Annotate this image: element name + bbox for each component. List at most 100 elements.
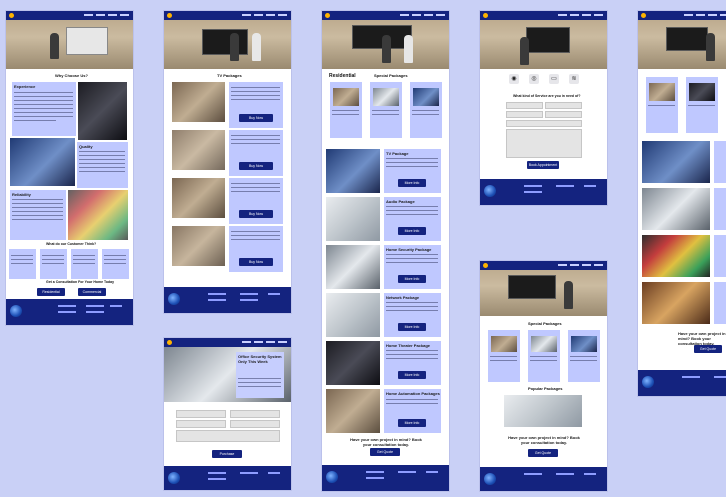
special-card-2: [528, 330, 560, 382]
form-field-1[interactable]: [176, 410, 226, 418]
logo-icon: [483, 263, 488, 268]
audio-package-photo: [326, 197, 380, 241]
logo-icon: [167, 13, 172, 18]
service-question: What kind of Service are you in need of?: [513, 94, 581, 98]
residential-button[interactable]: Residential: [37, 288, 65, 296]
top-nav: [480, 11, 607, 20]
top-nav: [164, 338, 291, 347]
tv-photo-3: [172, 178, 225, 218]
camera-icon[interactable]: ◎: [529, 74, 539, 84]
speaker-icon[interactable]: ◉: [509, 74, 519, 84]
network-package-title: Network Package: [386, 295, 420, 300]
globe-logo-icon: [10, 305, 22, 317]
form-field-3[interactable]: [176, 420, 226, 428]
name-field[interactable]: [506, 102, 543, 109]
special-card-1: [646, 77, 678, 133]
review-card-1: [9, 249, 36, 279]
audio-package-title: Audio Package: [386, 199, 415, 204]
top-nav: [638, 11, 726, 20]
get-quote-button[interactable]: Get Quote: [528, 449, 558, 457]
top-nav: [164, 11, 291, 20]
theater-package-card: Home Theater Package More Info: [384, 341, 441, 385]
buy-now-button-4[interactable]: Buy Now: [239, 258, 273, 266]
purchase-button[interactable]: Purchase: [212, 450, 242, 458]
footer: [6, 299, 133, 325]
top-nav: [6, 11, 133, 20]
special-card-2: [370, 82, 402, 138]
security-more-info-button[interactable]: More Info: [398, 275, 426, 283]
theater-package-title: Home Theater Package: [386, 343, 431, 348]
email-field[interactable]: [545, 102, 582, 109]
globe-logo-icon: [642, 376, 654, 388]
book-appointment-button[interactable]: Book Appointment: [527, 161, 559, 169]
form-field-2[interactable]: [230, 410, 280, 418]
special-card-3: [410, 82, 442, 138]
buy-now-button-2[interactable]: Buy Now: [239, 162, 273, 170]
service-card-3: [714, 235, 726, 277]
offer-card: Office Security System Only This Week: [236, 352, 284, 398]
page-commercial: Have your own project in mind? Book your…: [638, 11, 726, 396]
audio-more-info-button[interactable]: More Info: [398, 227, 426, 235]
footer: [480, 467, 607, 491]
automation-package-title: Home Automation Packages: [386, 391, 440, 396]
globe-logo-icon: [484, 473, 496, 485]
logo-icon: [167, 340, 172, 345]
special-packages-title: Special Packages: [528, 321, 562, 326]
automation-more-info-button[interactable]: More Info: [398, 419, 426, 427]
form-field-4[interactable]: [230, 420, 280, 428]
network-package-photo: [326, 293, 380, 337]
page-office-security: Office Security System Only This Week Pu…: [164, 338, 291, 490]
special-card-3: [568, 330, 600, 382]
footer: [638, 370, 726, 396]
automation-package-photo: [326, 389, 380, 433]
security-package-title: Home Security Package: [386, 247, 432, 252]
message-field[interactable]: [506, 129, 582, 158]
get-quote-button[interactable]: Get Quote: [694, 345, 722, 353]
phone-field[interactable]: [506, 111, 543, 118]
project-cta: Have your own project in mind? Book your…: [350, 437, 422, 447]
review-card-4: [102, 249, 129, 279]
tv-package-photo: [326, 149, 380, 193]
reliability-heading: Reliability: [12, 192, 31, 197]
page-residential: Residential Special Packages TV Package M…: [322, 11, 449, 491]
form-field-5[interactable]: [176, 430, 280, 442]
globe-logo-icon: [168, 472, 180, 484]
tv-more-info-button[interactable]: More Info: [398, 179, 426, 187]
popular-packages-title: Popular Packages: [528, 386, 563, 391]
globe-logo-icon: [484, 185, 496, 197]
network-more-info-button[interactable]: More Info: [398, 323, 426, 331]
wifi-icon[interactable]: ≋: [569, 74, 579, 84]
get-quote-button[interactable]: Get Quote: [370, 448, 400, 456]
top-nav: [480, 261, 607, 270]
buy-now-button-1[interactable]: Buy Now: [239, 114, 273, 122]
service-card-4: [714, 282, 726, 324]
reliability-card: Reliability: [10, 190, 66, 240]
page-tv-packages: TV Packages Buy Now Buy Now Buy Now Buy …: [164, 11, 291, 313]
audio-package-card: Audio Package More Info: [384, 197, 441, 241]
project-cta: Have your own project in mind? Book your…: [678, 331, 726, 346]
tv-icon[interactable]: ▭: [549, 74, 559, 84]
address-field[interactable]: [545, 111, 582, 118]
residential-title: Residential: [329, 73, 356, 79]
conference-photo: [642, 141, 710, 183]
why-title: Why Choose Us?: [55, 73, 88, 78]
tv-package-title: TV Package: [386, 151, 409, 156]
review-card-3: [71, 249, 98, 279]
page-home: Why Choose Us? Experience Quality Reliab…: [6, 11, 133, 325]
design-board: Why Choose Us? Experience Quality Reliab…: [0, 0, 726, 497]
date-field[interactable]: [506, 120, 582, 127]
service-card-2: [714, 188, 726, 230]
top-nav: [322, 11, 449, 20]
footer: [164, 466, 291, 490]
service-card-1: [714, 141, 726, 183]
logo-icon: [641, 13, 646, 18]
special-packages-title: Special Packages: [374, 73, 408, 78]
special-card-1: [488, 330, 520, 382]
footer: [164, 287, 291, 313]
tv-photo-4: [172, 226, 225, 266]
automation-package-card: Home Automation Packages More Info: [384, 389, 441, 433]
commercial-button[interactable]: Commercial: [78, 288, 106, 296]
theater-more-info-button[interactable]: More Info: [398, 371, 426, 379]
buy-now-button-3[interactable]: Buy Now: [239, 210, 273, 218]
experience-card: Experience: [12, 82, 76, 136]
